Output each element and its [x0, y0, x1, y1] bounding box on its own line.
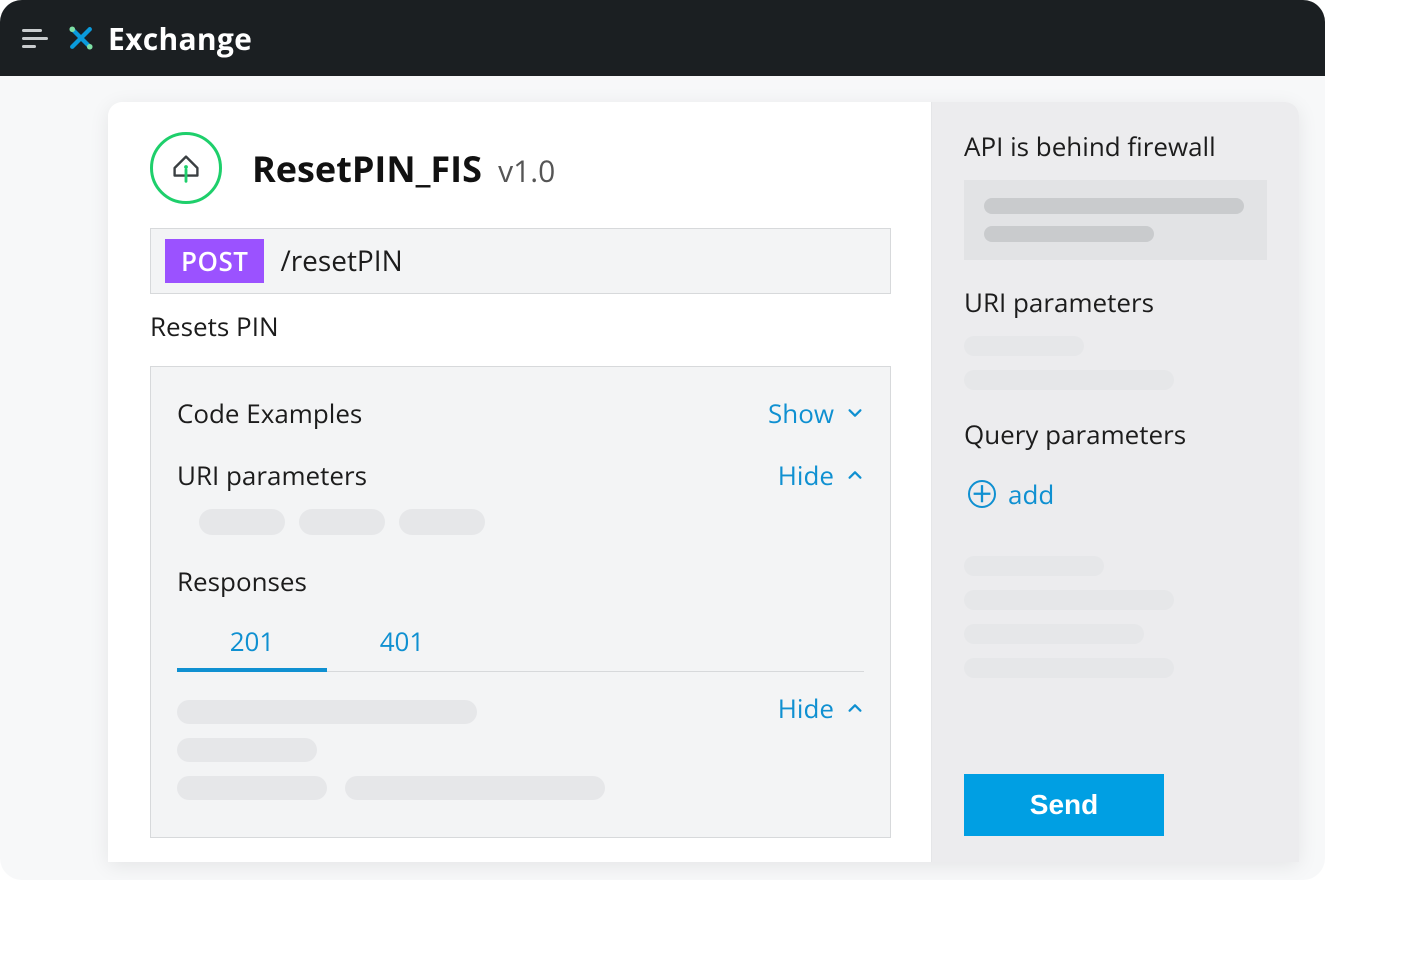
placeholder-line — [964, 590, 1174, 610]
placeholder-line — [964, 556, 1104, 576]
app-window: Exchange ResetPIN_FIS v1.0 — [0, 0, 1325, 880]
api-name: ResetPIN_FIS — [252, 144, 482, 193]
placeholder-line — [984, 226, 1154, 242]
uri-params-row: URI parameters Hide — [177, 447, 864, 509]
code-examples-toggle-text: Show — [768, 395, 834, 431]
placeholder-line — [177, 700, 477, 724]
response-tab-401[interactable]: 401 — [327, 613, 477, 671]
responses-label: Responses — [177, 553, 864, 613]
response-tab-201[interactable]: 201 — [177, 613, 327, 671]
placeholder-pill — [399, 509, 485, 535]
uri-params-toggle-text: Hide — [778, 457, 834, 493]
code-examples-label: Code Examples — [177, 395, 362, 431]
placeholder-line — [964, 658, 1174, 678]
code-examples-row: Code Examples Show — [177, 385, 864, 447]
placeholder-line — [177, 738, 317, 762]
response-body: Hide — [177, 672, 864, 838]
plus-circle-icon: ＋ — [968, 480, 996, 508]
details-panel: Code Examples Show URI parameters Hide — [150, 366, 891, 838]
topbar: Exchange — [0, 0, 1325, 76]
placeholder-line — [345, 776, 605, 800]
http-method-badge: POST — [165, 239, 264, 283]
add-query-param-button[interactable]: ＋ add — [964, 468, 1267, 512]
placeholder-line — [964, 370, 1174, 390]
uri-params-label: URI parameters — [177, 457, 367, 493]
brand[interactable]: Exchange — [66, 18, 252, 59]
placeholder-line — [177, 776, 327, 800]
chevron-down-icon — [846, 404, 864, 422]
response-tabs: 201 401 — [177, 613, 864, 672]
send-button[interactable]: Send — [964, 774, 1164, 836]
sidebar-uri-params-label: URI parameters — [964, 284, 1267, 320]
placeholder-line — [964, 624, 1144, 644]
api-icon — [150, 132, 222, 204]
add-label: add — [1008, 476, 1054, 512]
sidebar-query-params: Query parameters ＋ add — [964, 416, 1267, 512]
api-title-block: ResetPIN_FIS v1.0 — [252, 144, 555, 193]
firewall-label: API is behind firewall — [964, 128, 1267, 164]
api-title-row: ResetPIN_FIS v1.0 — [150, 132, 891, 204]
placeholder-line — [964, 336, 1084, 356]
code-examples-toggle[interactable]: Show — [768, 395, 864, 431]
endpoint-path: /resetPIN — [280, 242, 402, 280]
brand-logo-icon — [66, 23, 96, 53]
card-main: ResetPIN_FIS v1.0 POST /resetPIN Resets … — [108, 102, 931, 862]
api-card: ResetPIN_FIS v1.0 POST /resetPIN Resets … — [108, 102, 1299, 862]
sidebar-extra-block — [964, 556, 1267, 678]
placeholder-line — [984, 198, 1244, 214]
sidebar-uri-params: URI parameters — [964, 284, 1267, 390]
uri-params-placeholder-row — [177, 509, 864, 553]
placeholder-pill — [299, 509, 385, 535]
card-sidebar: API is behind firewall URI parameters Qu… — [931, 102, 1299, 862]
chevron-up-icon — [846, 466, 864, 484]
content-area: ResetPIN_FIS v1.0 POST /resetPIN Resets … — [0, 76, 1325, 880]
uri-params-toggle[interactable]: Hide — [778, 457, 864, 493]
api-version: v1.0 — [498, 150, 555, 191]
firewall-info-box — [964, 180, 1267, 260]
menu-icon[interactable] — [22, 25, 48, 51]
endpoint-description: Resets PIN — [150, 308, 891, 344]
placeholder-pill — [199, 509, 285, 535]
sidebar-query-params-label: Query parameters — [964, 416, 1267, 452]
brand-name: Exchange — [108, 18, 252, 59]
endpoint-box: POST /resetPIN — [150, 228, 891, 294]
